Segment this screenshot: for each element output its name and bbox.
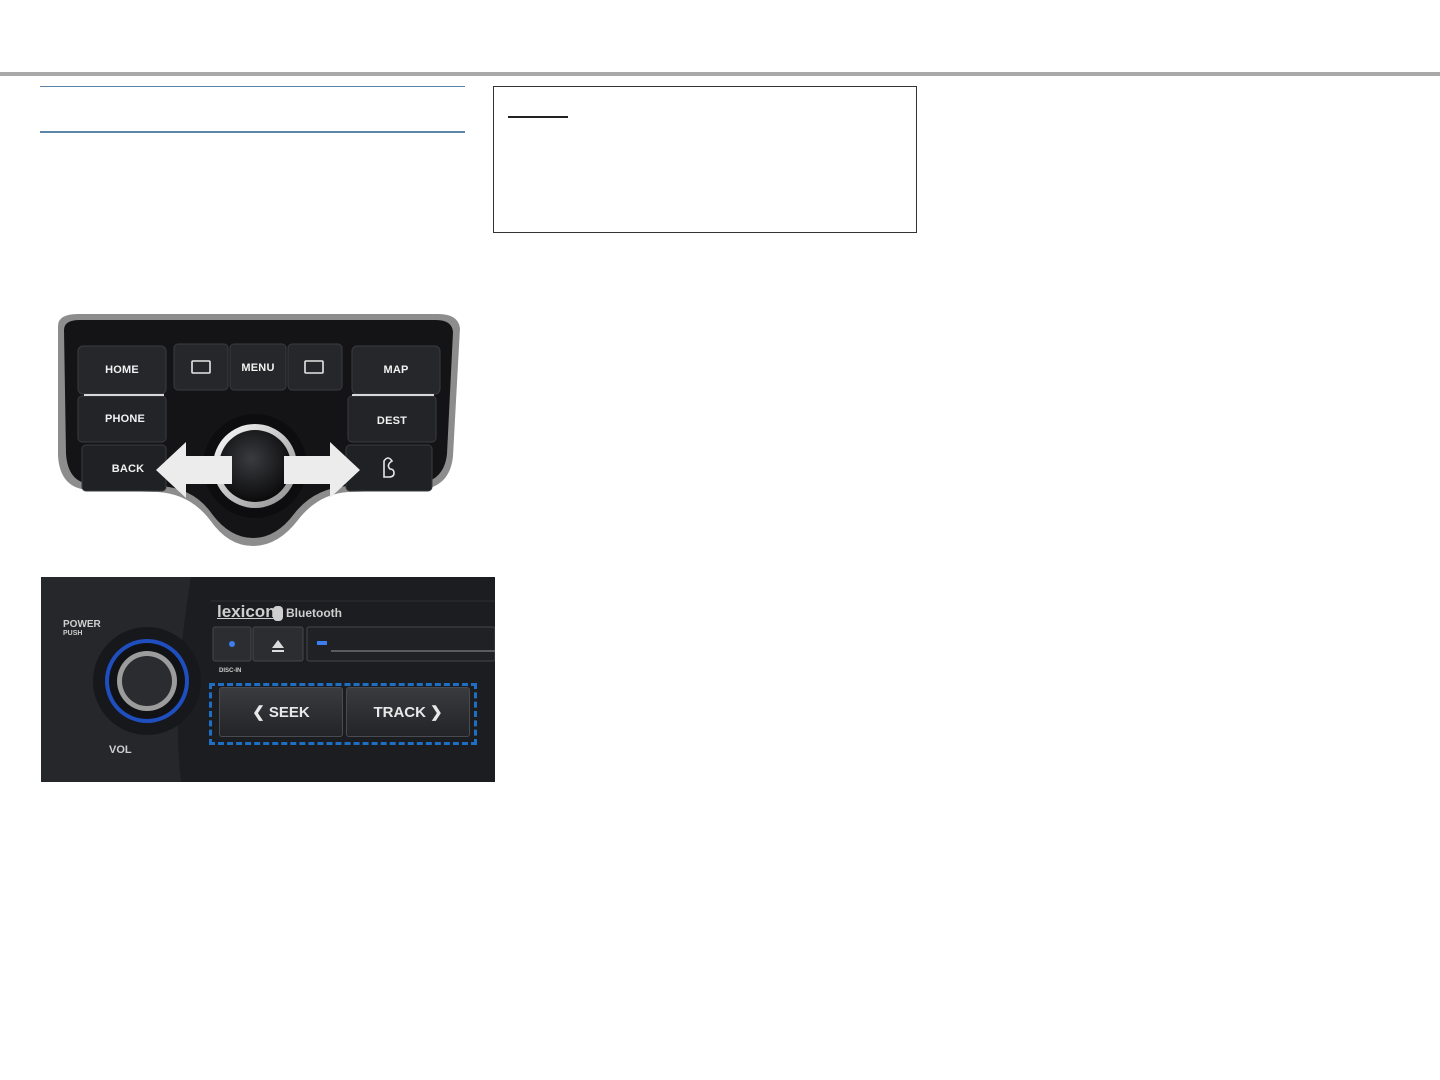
menu-button-label: MENU — [241, 362, 275, 374]
note-box — [493, 86, 917, 233]
map-button-label: MAP — [383, 364, 409, 376]
section-rule-top — [40, 86, 465, 87]
phone-button-label: PHONE — [104, 413, 146, 425]
vol-label: VOL — [109, 744, 132, 756]
home-button-label: HOME — [105, 364, 139, 376]
seek-track-highlight — [209, 683, 477, 745]
controller-panel-image: HOME PHONE BACK MENU MAP DEST — [48, 306, 468, 550]
head-unit-image: lexicon Bluetooth POWER PUSH VOL DISC-IN… — [41, 577, 495, 782]
brand-label: lexicon — [217, 602, 276, 621]
top-rule — [0, 72, 1440, 76]
note-heading-underline — [508, 116, 568, 118]
controller-panel-graphic — [58, 314, 460, 546]
bluetooth-label: Bluetooth — [286, 606, 342, 620]
dest-button-label: DEST — [376, 415, 408, 427]
section-rule-bottom — [40, 131, 465, 133]
push-label: PUSH — [63, 630, 83, 637]
back-button-label: BACK — [111, 463, 145, 475]
disc-in-label: DISC-IN — [219, 668, 242, 674]
power-label: POWER — [63, 619, 101, 630]
